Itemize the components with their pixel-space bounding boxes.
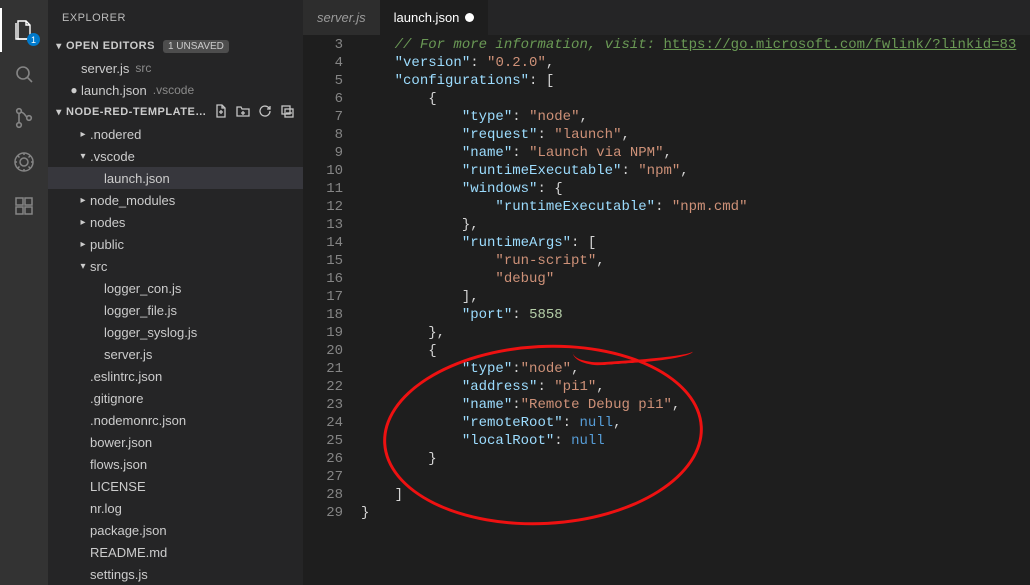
search-icon[interactable]	[0, 52, 48, 96]
chevron-right-icon: ▸	[76, 195, 90, 206]
file-item[interactable]: server.js	[48, 343, 303, 365]
tree-label: logger_file.js	[104, 303, 177, 318]
open-editor-item[interactable]: ●launch.json .vscode	[48, 79, 303, 101]
tree-label: .eslintrc.json	[90, 369, 162, 384]
new-folder-icon[interactable]	[235, 103, 251, 122]
file-item[interactable]: .eslintrc.json	[48, 365, 303, 387]
file-item[interactable]: LICENSE	[48, 475, 303, 497]
file-item[interactable]: logger_con.js	[48, 277, 303, 299]
explorer-sidebar: EXPLORER ▾ OPEN EDITORS 1 UNSAVED server…	[48, 0, 303, 585]
file-item[interactable]: package.json	[48, 519, 303, 541]
tree-label: .nodered	[90, 127, 141, 142]
file-item[interactable]: .nodemonrc.json	[48, 409, 303, 431]
tree-label: logger_syslog.js	[104, 325, 197, 340]
tree-label: server.js	[104, 347, 152, 362]
tab-bar: server.js launch.json	[303, 0, 1030, 35]
tree-label: src	[90, 259, 107, 274]
file-name: server.js	[81, 61, 129, 76]
explorer-icon[interactable]: 1	[0, 8, 48, 52]
modified-dot-icon	[465, 13, 474, 22]
file-item[interactable]: README.md	[48, 541, 303, 563]
chevron-right-icon: ▸	[76, 217, 90, 228]
open-editors-list: server.js src ●launch.json .vscode	[48, 57, 303, 101]
folder-item[interactable]: ▾.vscode	[48, 145, 303, 167]
file-item[interactable]: launch.json	[48, 167, 303, 189]
folder-item[interactable]: ▸public	[48, 233, 303, 255]
tree-label: nodes	[90, 215, 125, 230]
chevron-down-icon: ▾	[52, 107, 66, 118]
project-actions	[213, 103, 295, 122]
tree-label: launch.json	[104, 171, 170, 186]
file-hint: .vscode	[153, 83, 194, 97]
open-editor-item[interactable]: server.js src	[48, 57, 303, 79]
file-name: launch.json	[81, 83, 147, 98]
file-item[interactable]: settings.js	[48, 563, 303, 585]
tree-label: logger_con.js	[104, 281, 181, 296]
tree-label: public	[90, 237, 124, 252]
tree-label: README.md	[90, 545, 167, 560]
file-item[interactable]: flows.json	[48, 453, 303, 475]
tree-label: LICENSE	[90, 479, 146, 494]
project-name: NODE-RED-TEMPLATE…	[66, 106, 213, 118]
file-item[interactable]: .gitignore	[48, 387, 303, 409]
file-item[interactable]: logger_file.js	[48, 299, 303, 321]
tree-label: .vscode	[90, 149, 135, 164]
modified-dot-icon[interactable]: ●	[67, 83, 81, 97]
tree-label: flows.json	[90, 457, 147, 472]
explorer-badge: 1	[27, 33, 40, 46]
tab-label: launch.json	[394, 10, 460, 25]
line-gutter: 3456789101112131415161718192021222324252…	[303, 35, 361, 585]
unsaved-badge: 1 UNSAVED	[163, 40, 229, 53]
new-file-icon[interactable]	[213, 103, 229, 122]
code-editor[interactable]: 3456789101112131415161718192021222324252…	[303, 35, 1030, 585]
folder-item[interactable]: ▾src	[48, 255, 303, 277]
tree-label: node_modules	[90, 193, 175, 208]
collapse-all-icon[interactable]	[279, 103, 295, 122]
tree-label: package.json	[90, 523, 167, 538]
chevron-down-icon: ▾	[52, 41, 66, 52]
tab-label: server.js	[317, 10, 366, 25]
refresh-icon[interactable]	[257, 103, 273, 122]
tree-label: .nodemonrc.json	[90, 413, 186, 428]
chevron-right-icon: ▸	[76, 129, 90, 140]
project-header[interactable]: ▾ NODE-RED-TEMPLATE…	[48, 101, 303, 123]
editor-tab[interactable]: server.js	[303, 0, 380, 35]
chevron-down-icon: ▾	[76, 151, 90, 162]
sidebar-title: EXPLORER	[48, 0, 303, 35]
file-item[interactable]: logger_syslog.js	[48, 321, 303, 343]
source-control-icon[interactable]	[0, 96, 48, 140]
code-content[interactable]: // For more information, visit: https://…	[361, 35, 1030, 585]
folder-item[interactable]: ▸node_modules	[48, 189, 303, 211]
file-tree: ▸.nodered▾.vscodelaunch.json▸node_module…	[48, 123, 303, 585]
activity-bar: 1	[0, 0, 48, 585]
tree-label: nr.log	[90, 501, 122, 516]
chevron-right-icon: ▸	[76, 239, 90, 250]
tree-label: .gitignore	[90, 391, 143, 406]
folder-item[interactable]: ▸nodes	[48, 211, 303, 233]
editor-tab[interactable]: launch.json	[380, 0, 489, 35]
debug-icon[interactable]	[0, 140, 48, 184]
open-editors-header[interactable]: ▾ OPEN EDITORS 1 UNSAVED	[48, 35, 303, 57]
file-hint: src	[135, 61, 151, 75]
editor-group: server.js launch.json 3456789101112131415…	[303, 0, 1030, 585]
folder-item[interactable]: ▸.nodered	[48, 123, 303, 145]
open-editors-label: OPEN EDITORS	[66, 40, 155, 52]
file-item[interactable]: nr.log	[48, 497, 303, 519]
tree-label: bower.json	[90, 435, 152, 450]
extensions-icon[interactable]	[0, 184, 48, 228]
tree-label: settings.js	[90, 567, 148, 582]
file-item[interactable]: bower.json	[48, 431, 303, 453]
chevron-down-icon: ▾	[76, 261, 90, 272]
